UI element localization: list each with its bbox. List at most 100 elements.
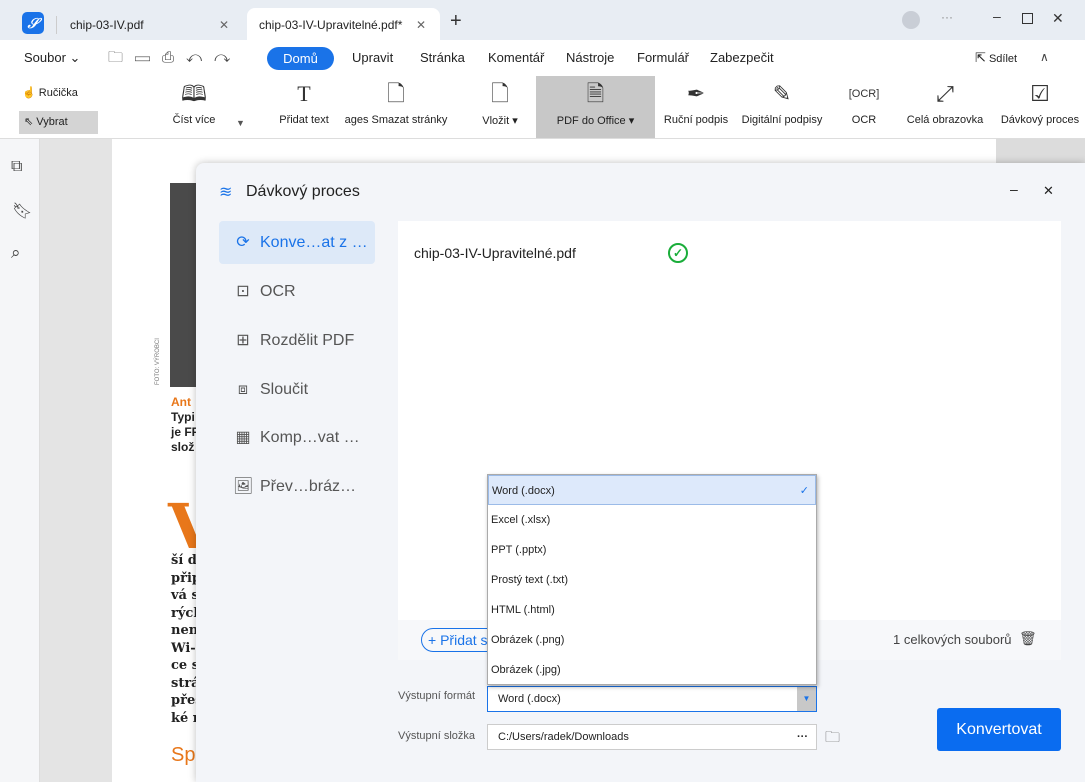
delete-pages-button[interactable]: 🗋 ages Smazat stránky xyxy=(340,76,452,138)
close-dialog-icon[interactable]: ✕ xyxy=(1043,183,1054,199)
photo-caption: Ant Typi je FF slož xyxy=(171,395,200,454)
tab-label: chip-03-IV.pdf xyxy=(70,18,144,32)
format-option-ppt[interactable]: PPT (.pptx) xyxy=(488,535,816,565)
redo-icon[interactable]: ↷ xyxy=(214,49,242,66)
success-check-icon: ✓ xyxy=(668,243,688,263)
folder-icon[interactable]: 🗀 xyxy=(825,727,840,752)
photo-credit: FOTO: VÝROBCI xyxy=(155,338,161,385)
insert-button[interactable]: 🗋 Vložit ▾ xyxy=(472,76,528,138)
nav-ocr[interactable]: ⊡ OCR xyxy=(219,270,375,313)
nav-compress[interactable]: ▦ Komp…vat … xyxy=(219,416,375,459)
output-format-select[interactable]: Word (.docx) ▼ xyxy=(487,686,817,712)
delete-page-icon: 🗋 xyxy=(387,81,405,106)
menu-nastroje[interactable]: Nástroje xyxy=(566,50,614,65)
share-icon: ⇱ xyxy=(975,50,986,65)
menu-formular[interactable]: Formulář xyxy=(637,50,689,65)
file-name: chip-03-IV-Upravitelné.pdf xyxy=(414,245,576,261)
ocr-icon: ⊡ xyxy=(236,283,250,300)
close-icon[interactable]: ✕ xyxy=(219,8,229,42)
maximize-icon[interactable] xyxy=(1022,13,1033,24)
split-icon: ⊞ xyxy=(236,332,250,349)
format-option-png[interactable]: Obrázek (.png) xyxy=(488,625,816,655)
print-icon[interactable]: ⎙ xyxy=(162,49,186,66)
ocr-button[interactable]: [OCR] OCR xyxy=(840,76,888,138)
minimize-icon[interactable]: – xyxy=(993,8,1001,24)
hand-icon: ☝ xyxy=(22,87,36,99)
format-option-excel[interactable]: Excel (.xlsx) xyxy=(488,505,816,535)
image-icon: 🖼︎ xyxy=(233,478,254,495)
nav-split-pdf[interactable]: ⊞ Rozdělit PDF xyxy=(219,319,375,362)
compress-icon: ▦ xyxy=(235,429,251,446)
text-icon: T xyxy=(297,81,311,106)
new-tab-icon[interactable]: + xyxy=(450,10,462,33)
close-window-icon[interactable]: ✕ xyxy=(1052,10,1064,27)
output-format-label: Výstupní formát xyxy=(398,690,476,702)
batch-process-button[interactable]: ☑ Dávkový proces xyxy=(996,76,1084,138)
minimize-dialog-icon[interactable]: – xyxy=(1010,181,1018,197)
total-files: 1 celkových souborů xyxy=(893,632,1012,647)
nav-merge[interactable]: ⧈ Sloučit xyxy=(219,368,375,411)
menu-zabezpecit[interactable]: Zabezpečit xyxy=(710,50,774,65)
pages-icon[interactable]: ⧉ xyxy=(11,158,22,176)
pencil-icon: ✎ xyxy=(772,81,792,106)
open-icon[interactable]: 🗀 xyxy=(108,49,135,66)
fullscreen-button[interactable]: ⤢ Celá obrazovka xyxy=(900,76,990,138)
left-sidebar xyxy=(0,139,40,782)
pen-icon: ✒ xyxy=(686,81,706,106)
output-folder-label: Výstupní složka xyxy=(398,730,476,742)
undo-icon[interactable]: ↶ xyxy=(186,49,214,66)
format-option-jpg[interactable]: Obrázek (.jpg) xyxy=(488,655,816,685)
select-tool[interactable]: ⇖ Vybrat xyxy=(19,111,98,134)
collapse-ribbon-icon[interactable]: ∧ xyxy=(1040,50,1049,64)
file-menu[interactable]: Soubor ⌄ xyxy=(24,50,80,66)
nav-image[interactable]: 🖼︎ Přev…bráz… xyxy=(219,465,375,508)
dropdown-arrow-icon[interactable]: ▼ xyxy=(236,118,245,128)
divider xyxy=(56,16,57,34)
menu-stranka[interactable]: Stránka xyxy=(420,50,465,65)
read-more-button[interactable]: 🕮 Číst více xyxy=(160,76,228,138)
insert-page-icon: 🗋 xyxy=(491,81,509,106)
menu-komentar[interactable]: Komentář xyxy=(488,50,544,65)
avatar[interactable] xyxy=(902,11,920,29)
batch-icon: ☑ xyxy=(1030,81,1050,106)
fullscreen-icon: ⤢ xyxy=(936,81,954,106)
nav-convert[interactable]: ⟳ Konve…at z … xyxy=(219,221,375,264)
tab-label: chip-03-IV-Upravitelné.pdf* xyxy=(259,18,403,32)
digital-signature-button[interactable]: ✎ Digitální podpisy xyxy=(738,76,826,138)
browse-more-icon: ··· xyxy=(797,731,808,743)
format-option-txt[interactable]: Prostý text (.txt) xyxy=(488,565,816,595)
plus-icon: + xyxy=(428,632,437,648)
output-folder-input[interactable]: C:/Users/radek/Downloads ··· xyxy=(487,724,817,750)
convert-icon: ⟳ xyxy=(236,234,250,251)
layers-icon: ≋ xyxy=(219,184,233,201)
pdf-to-office-button[interactable]: 🗎 PDF do Office ▾ xyxy=(536,76,655,138)
subheading: Sp xyxy=(171,744,196,766)
hand-tool[interactable]: ☝ Ručička xyxy=(22,86,78,99)
check-icon: ✓ xyxy=(799,485,809,497)
menu-domu[interactable]: Domů xyxy=(267,47,334,70)
convert-button[interactable]: Konvertovat xyxy=(937,708,1061,751)
handwritten-signature-button[interactable]: ✒ Ruční podpis xyxy=(660,76,732,138)
quick-toolbar[interactable]: 🗀▭⎙↶↷ xyxy=(108,47,242,72)
tab-chip-03-iv-upravitelne[interactable]: chip-03-IV-Upravitelné.pdf* ✕ xyxy=(247,8,440,40)
tab-chip-03-iv[interactable]: chip-03-IV.pdf ✕ xyxy=(58,8,243,40)
save-icon[interactable]: ▭ xyxy=(135,49,162,66)
ocr-icon: [OCR] xyxy=(848,88,880,100)
format-option-word[interactable]: Word (.docx) ✓ xyxy=(488,475,816,505)
cursor-icon: ⇖ xyxy=(24,116,34,128)
share-button[interactable]: ⇱ Sdílet xyxy=(975,50,1017,66)
more-icon[interactable]: ··· xyxy=(941,10,953,24)
app-logo: 𝒮 xyxy=(22,12,44,34)
format-option-html[interactable]: HTML (.html) xyxy=(488,595,816,625)
menu-upravit[interactable]: Upravit xyxy=(352,50,393,65)
merge-icon: ⧈ xyxy=(237,381,249,398)
add-text-button[interactable]: T Přidat text xyxy=(276,76,332,138)
pdf-to-word-icon: 🗎 xyxy=(586,81,605,106)
dialog-title: Dávkový proces xyxy=(246,183,360,200)
search-icon[interactable]: ⌕ xyxy=(11,243,21,263)
close-icon[interactable]: ✕ xyxy=(416,8,426,42)
trash-icon[interactable]: 🗑︎ xyxy=(1019,630,1037,647)
format-dropdown-list: Word (.docx) ✓ Excel (.xlsx) PPT (.pptx) … xyxy=(487,474,817,685)
book-icon: 🕮 xyxy=(181,81,207,106)
bookmark-icon[interactable]: 🔖︎ xyxy=(12,201,32,221)
